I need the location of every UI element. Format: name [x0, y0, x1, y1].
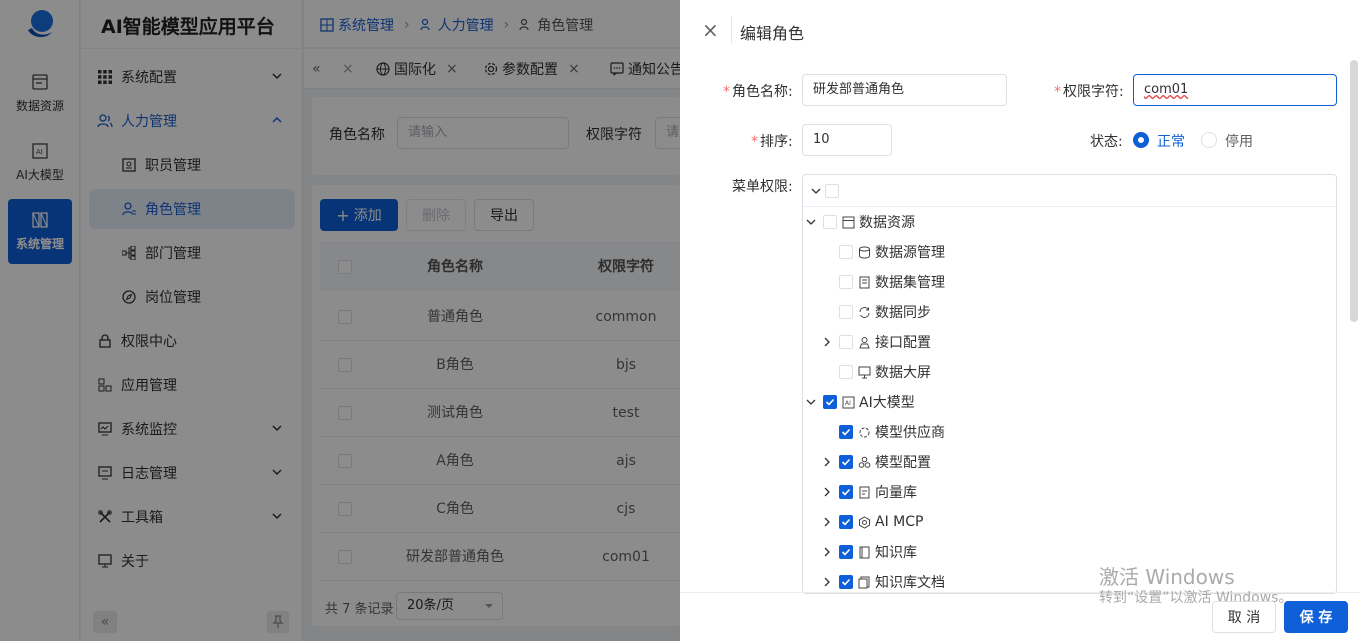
- tree-node-datasource[interactable]: 数据源管理: [839, 237, 945, 267]
- tree-checkbox-checked[interactable]: [839, 425, 853, 439]
- perm-input[interactable]: com01: [1133, 74, 1337, 106]
- kb-doc-icon: [857, 575, 871, 589]
- tree-node-kb[interactable]: 知识库: [824, 537, 917, 567]
- api-icon: [857, 335, 871, 349]
- sort-input[interactable]: 10: [802, 124, 892, 156]
- svg-text:AI: AI: [845, 400, 851, 407]
- modal-overlay[interactable]: [0, 0, 680, 641]
- tree-checkbox-checked[interactable]: [839, 575, 853, 589]
- tree-checkbox[interactable]: [823, 215, 837, 229]
- check-icon: [841, 578, 851, 586]
- ai-icon: AI: [841, 395, 855, 409]
- tree-node-ai-model[interactable]: AI AI大模型: [806, 387, 915, 417]
- tree-checkbox[interactable]: [839, 275, 853, 289]
- chevron-down-icon[interactable]: [810, 185, 822, 197]
- tree-node-label: 模型供应商: [875, 425, 945, 441]
- required-mark: *: [723, 84, 730, 100]
- status-disabled-radio[interactable]: [1201, 132, 1217, 148]
- check-icon: [825, 398, 835, 406]
- status-disabled-label[interactable]: 停用: [1225, 131, 1253, 151]
- tree-node-label: AI大模型: [859, 395, 915, 411]
- tree-checkbox[interactable]: [839, 305, 853, 319]
- chevron-right-icon[interactable]: [821, 336, 833, 348]
- tree-node-label: 数据同步: [875, 305, 931, 321]
- database-icon: [841, 215, 855, 229]
- tree-node-dataset[interactable]: 数据集管理: [839, 267, 945, 297]
- check-icon: [841, 458, 851, 466]
- drawer-title: 编辑角色: [740, 24, 805, 43]
- tree-node-vector[interactable]: 向量库: [824, 477, 917, 507]
- chevron-right-icon[interactable]: [821, 456, 833, 468]
- tree-node-vendor[interactable]: 模型供应商: [839, 417, 945, 447]
- tree-node-data-resource[interactable]: 数据资源: [806, 207, 915, 237]
- check-icon: [841, 428, 851, 436]
- tree-node-label: 接口配置: [875, 335, 931, 351]
- role-name-input[interactable]: 研发部普通角色: [802, 74, 1007, 106]
- tree-checkbox[interactable]: [839, 365, 853, 379]
- kb-icon: [857, 545, 871, 559]
- tree-node-label: 知识库文档: [875, 575, 945, 591]
- perm-label: * 权限字符:: [1054, 81, 1124, 101]
- tree-checkbox-checked[interactable]: [839, 515, 853, 529]
- tree-root-checkbox[interactable]: [825, 184, 839, 198]
- cancel-button[interactable]: 取 消: [1212, 601, 1276, 633]
- tree-node-label: 数据资源: [859, 215, 915, 231]
- tree-node-label: 数据源管理: [875, 245, 945, 261]
- chevron-down-icon[interactable]: [805, 396, 817, 408]
- chevron-right-icon[interactable]: [821, 516, 833, 528]
- chevron-down-icon[interactable]: [805, 216, 817, 228]
- status-label: 状态:: [1090, 134, 1123, 150]
- role-name-label-text: 角色名称:: [732, 84, 793, 100]
- tree-checkbox-checked[interactable]: [823, 395, 837, 409]
- menu-permission-tree: 数据资源 数据源管理 数据集管理 数据同步 接口配置 数据大屏 AI AI大模型…: [802, 174, 1337, 594]
- chevron-right-icon[interactable]: [821, 546, 833, 558]
- datasource-icon: [857, 245, 871, 259]
- dataset-icon: [857, 275, 871, 289]
- sync-icon: [857, 305, 871, 319]
- required-mark: *: [751, 134, 758, 150]
- vector-icon: [857, 485, 871, 499]
- tree-node-label: 向量库: [875, 485, 917, 501]
- activation-watermark-title: 激活 Windows: [1099, 565, 1235, 589]
- required-mark: *: [1054, 84, 1061, 100]
- chevron-right-icon[interactable]: [821, 486, 833, 498]
- screen-icon: [857, 365, 871, 379]
- tree-node-label: AI MCP: [875, 514, 924, 530]
- tree-node-kb-doc[interactable]: 知识库文档: [824, 567, 945, 593]
- chevron-right-icon[interactable]: [821, 576, 833, 588]
- close-drawer-button[interactable]: ×: [702, 18, 719, 42]
- close-icon: ×: [702, 18, 719, 42]
- tree-checkbox[interactable]: [839, 335, 853, 349]
- drawer-scrollbar[interactable]: [1350, 60, 1358, 322]
- role-name-label: * 角色名称:: [723, 81, 793, 101]
- check-icon: [841, 548, 851, 556]
- tree-node-api[interactable]: 接口配置: [824, 327, 931, 357]
- check-icon: [841, 488, 851, 496]
- status-normal-label[interactable]: 正常: [1157, 131, 1185, 151]
- tree-node-mcp[interactable]: AI MCP: [824, 507, 924, 537]
- tree-node-label: 数据大屏: [875, 365, 931, 381]
- tree-node-label: 数据集管理: [875, 275, 945, 291]
- tree-node-screen[interactable]: 数据大屏: [839, 357, 931, 387]
- tree-node-label: 知识库: [875, 545, 917, 561]
- check-icon: [841, 518, 851, 526]
- sort-label-text: 排序:: [760, 134, 793, 150]
- tree-checkbox-checked[interactable]: [839, 455, 853, 469]
- sort-label: * 排序:: [751, 131, 793, 151]
- menu-perm-label: 菜单权限:: [732, 179, 793, 195]
- divider: [731, 16, 732, 44]
- tree-checkbox-checked[interactable]: [839, 485, 853, 499]
- tree-node-model-config[interactable]: 模型配置: [824, 447, 931, 477]
- perm-input-value: com01: [1144, 82, 1189, 97]
- vendor-icon: [857, 425, 871, 439]
- model-config-icon: [857, 455, 871, 469]
- mcp-icon: [857, 515, 871, 529]
- perm-label-text: 权限字符:: [1063, 84, 1124, 100]
- tree-checkbox-checked[interactable]: [839, 545, 853, 559]
- tree-node-label: 模型配置: [875, 455, 931, 471]
- tree-checkbox[interactable]: [839, 245, 853, 259]
- save-button[interactable]: 保 存: [1284, 601, 1348, 633]
- tree-node-sync[interactable]: 数据同步: [839, 297, 931, 327]
- status-normal-radio[interactable]: [1133, 132, 1149, 148]
